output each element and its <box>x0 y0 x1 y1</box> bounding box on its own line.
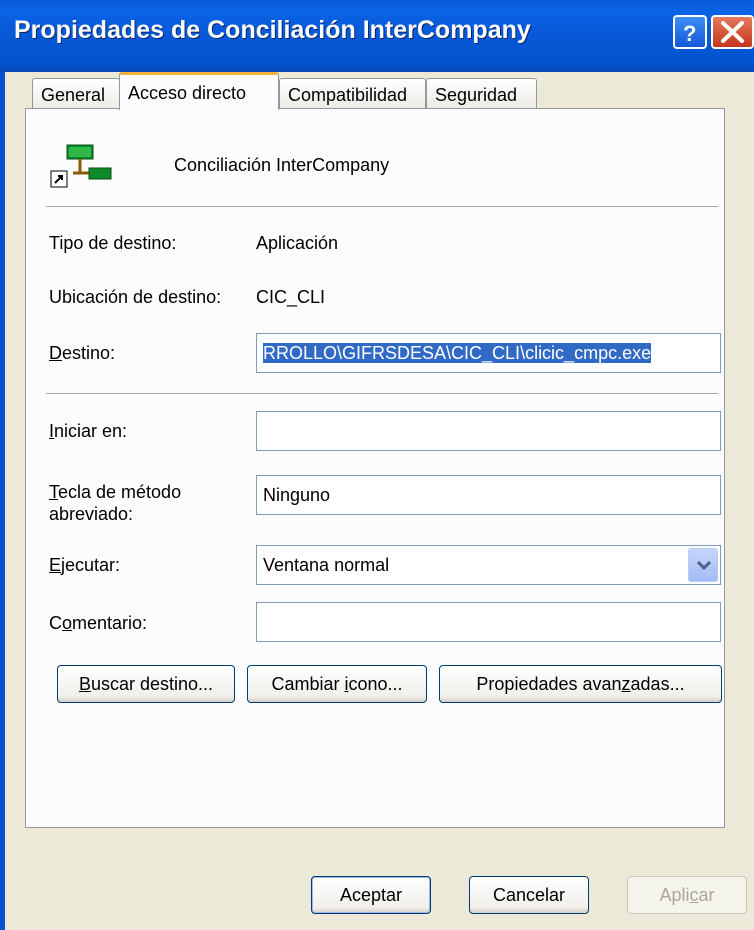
target-location-value: CIC_CLI <box>256 287 326 307</box>
run-combobox[interactable]: Ventana normal <box>256 545 721 585</box>
label-part: jecutar: <box>61 555 121 575</box>
tab-strip: General Acceso directo Compatibilidad Se… <box>0 72 754 112</box>
label-part: niciar en: <box>54 421 128 441</box>
label-part: ecla de método <box>58 482 182 502</box>
label-part: Apli <box>659 885 690 905</box>
label-part: Cambiar <box>271 674 345 694</box>
ok-button[interactable]: Aceptar <box>311 876 431 914</box>
hotkey-field[interactable]: Ninguno <box>256 475 721 515</box>
comment-label: Comentario: <box>49 613 147 634</box>
find-target-button[interactable]: Buscar destino... <box>57 665 235 703</box>
tab-compatibility[interactable]: Compatibilidad <box>279 78 426 108</box>
access-key: o <box>62 613 73 633</box>
start-in-field[interactable] <box>256 411 721 451</box>
apply-button[interactable]: Aplicar <box>627 876 747 914</box>
access-key: B <box>78 674 91 694</box>
separator <box>46 393 718 397</box>
tab-label: Seguridad <box>435 85 518 105</box>
target-location-label: Ubicación de destino: <box>49 287 222 307</box>
target-type-label: Tipo de destino: <box>49 233 177 253</box>
label-part: uscar destino... <box>90 674 214 694</box>
run-selected-value: Ventana normal <box>263 555 390 575</box>
combobox-dropdown-button[interactable] <box>688 548 718 582</box>
change-icon-button[interactable]: Cambiar icono... <box>247 665 427 703</box>
tab-label: General <box>41 85 106 105</box>
chevron-down-icon <box>697 560 711 570</box>
target-field[interactable]: RROLLO\GIFRSDESA\CIC_CLI\clicic_cmpc.exe <box>256 333 721 373</box>
target-type-value: Aplicación <box>256 233 339 253</box>
tab-label: Compatibilidad <box>288 85 408 105</box>
separator <box>46 206 718 210</box>
label-part: cono... <box>348 674 403 694</box>
label-part: abreviado: <box>49 504 134 524</box>
comment-field[interactable] <box>256 602 721 642</box>
target-label: Destino: <box>49 343 115 364</box>
hotkey-label: Tecla de método abreviado: <box>49 481 181 525</box>
properties-dialog: Propiedades de Conciliación InterCompany… <box>0 0 754 930</box>
label-part: Propiedades avan <box>476 674 622 694</box>
label-part: adas... <box>630 674 685 694</box>
access-key: z <box>621 674 631 694</box>
access-key: D <box>49 343 62 363</box>
title-bar[interactable]: Propiedades de Conciliación InterCompany… <box>0 0 754 72</box>
run-label: Ejecutar: <box>49 555 120 576</box>
window-title: Propiedades de Conciliación InterCompany <box>14 16 531 44</box>
label-part: mentario: <box>72 613 148 633</box>
shortcut-tab-panel: Conciliación InterCompany Tipo de destin… <box>25 108 725 828</box>
svg-text:?: ? <box>683 21 696 46</box>
help-button[interactable]: ? <box>673 15 707 49</box>
label-part: ar <box>698 885 715 905</box>
application-shortcut-icon <box>50 144 112 188</box>
tab-general[interactable]: General <box>32 78 120 108</box>
access-key: c <box>689 885 699 905</box>
target-value-selected: RROLLO\GIFRSDESA\CIC_CLI\clicic_cmpc.exe <box>263 343 652 363</box>
tab-label: Acceso directo <box>128 83 247 103</box>
advanced-properties-button[interactable]: Propiedades avanzadas... <box>439 665 722 703</box>
close-button[interactable] <box>711 15 754 49</box>
cancel-button[interactable]: Cancelar <box>469 876 589 914</box>
tab-shortcut[interactable]: Acceso directo <box>119 72 279 110</box>
help-icon: ? <box>683 21 696 46</box>
label-part: C <box>49 613 62 633</box>
access-key: T <box>49 482 58 502</box>
label-part: estino: <box>62 343 116 363</box>
close-icon <box>721 21 744 43</box>
tab-security[interactable]: Seguridad <box>426 78 537 108</box>
access-key: E <box>49 555 62 575</box>
window-left-border <box>0 72 5 930</box>
start-in-label: Iniciar en: <box>49 421 127 442</box>
shortcut-name: Conciliación InterCompany <box>174 155 390 175</box>
